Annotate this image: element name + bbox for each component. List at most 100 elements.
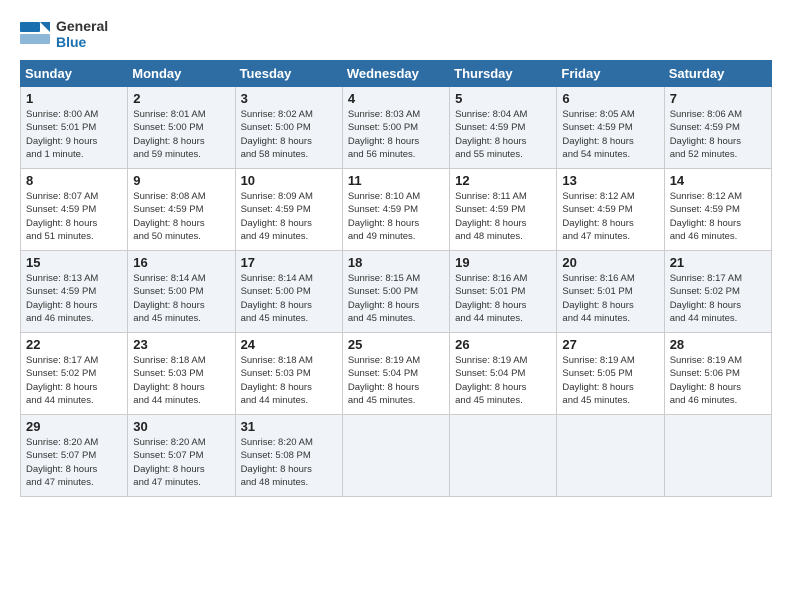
dow-header-monday: Monday (128, 61, 235, 87)
day-number: 14 (670, 173, 766, 188)
calendar-page: General Blue SundayMondayTuesdayWednesda… (0, 0, 792, 507)
calendar-cell: 3 Sunrise: 8:02 AM Sunset: 5:00 PM Daylig… (235, 87, 342, 169)
day-number: 9 (133, 173, 229, 188)
day-number: 7 (670, 91, 766, 106)
day-info: Sunrise: 8:12 AM Sunset: 4:59 PM Dayligh… (670, 190, 766, 243)
calendar-cell: 26 Sunrise: 8:19 AM Sunset: 5:04 PM Dayli… (450, 333, 557, 415)
week-row-4: 22Sunrise: 8:17 AM Sunset: 5:02 PM Dayli… (21, 333, 772, 415)
logo-general: General (56, 18, 108, 34)
calendar-cell: 16 Sunrise: 8:14 AM Sunset: 5:00 PM Dayli… (128, 251, 235, 333)
day-info: Sunrise: 8:01 AM Sunset: 5:00 PM Dayligh… (133, 108, 229, 161)
week-row-3: 15Sunrise: 8:13 AM Sunset: 4:59 PM Dayli… (21, 251, 772, 333)
day-number: 11 (348, 173, 444, 188)
day-number: 4 (348, 91, 444, 106)
day-number: 5 (455, 91, 551, 106)
day-info: Sunrise: 8:10 AM Sunset: 4:59 PM Dayligh… (348, 190, 444, 243)
day-info: Sunrise: 8:17 AM Sunset: 5:02 PM Dayligh… (670, 272, 766, 325)
calendar-cell: 4 Sunrise: 8:03 AM Sunset: 5:00 PM Daylig… (342, 87, 449, 169)
day-info: Sunrise: 8:13 AM Sunset: 4:59 PM Dayligh… (26, 272, 122, 325)
day-info: Sunrise: 8:08 AM Sunset: 4:59 PM Dayligh… (133, 190, 229, 243)
day-number: 3 (241, 91, 337, 106)
day-info: Sunrise: 8:19 AM Sunset: 5:06 PM Dayligh… (670, 354, 766, 407)
day-info: Sunrise: 8:16 AM Sunset: 5:01 PM Dayligh… (455, 272, 551, 325)
week-row-1: 1 Sunrise: 8:00 AM Sunset: 5:01 PM Daylig… (21, 87, 772, 169)
day-info: Sunrise: 8:00 AM Sunset: 5:01 PM Dayligh… (26, 108, 122, 161)
calendar-cell: 18 Sunrise: 8:15 AM Sunset: 5:00 PM Dayli… (342, 251, 449, 333)
day-info: Sunrise: 8:09 AM Sunset: 4:59 PM Dayligh… (241, 190, 337, 243)
day-info: Sunrise: 8:18 AM Sunset: 5:03 PM Dayligh… (241, 354, 337, 407)
day-number: 20 (562, 255, 658, 270)
day-number: 13 (562, 173, 658, 188)
day-number: 21 (670, 255, 766, 270)
calendar-cell: 29Sunrise: 8:20 AM Sunset: 5:07 PM Dayli… (21, 415, 128, 497)
calendar-cell: 25Sunrise: 8:19 AM Sunset: 5:04 PM Dayli… (342, 333, 449, 415)
day-info: Sunrise: 8:14 AM Sunset: 5:00 PM Dayligh… (133, 272, 229, 325)
calendar-cell (664, 415, 771, 497)
day-number: 24 (241, 337, 337, 352)
header: General Blue (20, 18, 772, 50)
dow-header-saturday: Saturday (664, 61, 771, 87)
calendar-cell: 17Sunrise: 8:14 AM Sunset: 5:00 PM Dayli… (235, 251, 342, 333)
calendar-cell (342, 415, 449, 497)
calendar-body: 1 Sunrise: 8:00 AM Sunset: 5:01 PM Daylig… (21, 87, 772, 497)
day-info: Sunrise: 8:03 AM Sunset: 5:00 PM Dayligh… (348, 108, 444, 161)
calendar-cell: 22Sunrise: 8:17 AM Sunset: 5:02 PM Dayli… (21, 333, 128, 415)
day-number: 10 (241, 173, 337, 188)
day-info: Sunrise: 8:05 AM Sunset: 4:59 PM Dayligh… (562, 108, 658, 161)
day-info: Sunrise: 8:12 AM Sunset: 4:59 PM Dayligh… (562, 190, 658, 243)
calendar-cell: 27 Sunrise: 8:19 AM Sunset: 5:05 PM Dayli… (557, 333, 664, 415)
day-number: 22 (26, 337, 122, 352)
calendar-cell: 15Sunrise: 8:13 AM Sunset: 4:59 PM Dayli… (21, 251, 128, 333)
calendar-cell: 1 Sunrise: 8:00 AM Sunset: 5:01 PM Daylig… (21, 87, 128, 169)
day-number: 16 (133, 255, 229, 270)
day-number: 27 (562, 337, 658, 352)
calendar-cell: 13 Sunrise: 8:12 AM Sunset: 4:59 PM Dayli… (557, 169, 664, 251)
dow-header-wednesday: Wednesday (342, 61, 449, 87)
calendar-cell: 14 Sunrise: 8:12 AM Sunset: 4:59 PM Dayli… (664, 169, 771, 251)
dow-header-friday: Friday (557, 61, 664, 87)
calendar-cell (450, 415, 557, 497)
logo: General Blue (20, 18, 108, 50)
day-info: Sunrise: 8:19 AM Sunset: 5:05 PM Dayligh… (562, 354, 658, 407)
day-number: 12 (455, 173, 551, 188)
dow-header-thursday: Thursday (450, 61, 557, 87)
calendar-cell: 23Sunrise: 8:18 AM Sunset: 5:03 PM Dayli… (128, 333, 235, 415)
day-number: 1 (26, 91, 122, 106)
calendar-cell: 10 Sunrise: 8:09 AM Sunset: 4:59 PM Dayli… (235, 169, 342, 251)
calendar-table: SundayMondayTuesdayWednesdayThursdayFrid… (20, 60, 772, 497)
calendar-cell (557, 415, 664, 497)
day-number: 26 (455, 337, 551, 352)
day-info: Sunrise: 8:02 AM Sunset: 5:00 PM Dayligh… (241, 108, 337, 161)
calendar-cell: 21 Sunrise: 8:17 AM Sunset: 5:02 PM Dayli… (664, 251, 771, 333)
calendar-cell: 6Sunrise: 8:05 AM Sunset: 4:59 PM Daylig… (557, 87, 664, 169)
day-info: Sunrise: 8:06 AM Sunset: 4:59 PM Dayligh… (670, 108, 766, 161)
day-info: Sunrise: 8:20 AM Sunset: 5:07 PM Dayligh… (26, 436, 122, 489)
days-of-week-row: SundayMondayTuesdayWednesdayThursdayFrid… (21, 61, 772, 87)
week-row-2: 8 Sunrise: 8:07 AM Sunset: 4:59 PM Daylig… (21, 169, 772, 251)
logo-blue: Blue (56, 34, 108, 50)
calendar-cell: 2 Sunrise: 8:01 AM Sunset: 5:00 PM Daylig… (128, 87, 235, 169)
day-info: Sunrise: 8:04 AM Sunset: 4:59 PM Dayligh… (455, 108, 551, 161)
calendar-cell: 30Sunrise: 8:20 AM Sunset: 5:07 PM Dayli… (128, 415, 235, 497)
calendar-cell: 9 Sunrise: 8:08 AM Sunset: 4:59 PM Daylig… (128, 169, 235, 251)
day-number: 18 (348, 255, 444, 270)
day-info: Sunrise: 8:18 AM Sunset: 5:03 PM Dayligh… (133, 354, 229, 407)
calendar-cell: 31Sunrise: 8:20 AM Sunset: 5:08 PM Dayli… (235, 415, 342, 497)
calendar-cell: 24 Sunrise: 8:18 AM Sunset: 5:03 PM Dayli… (235, 333, 342, 415)
calendar-cell: 28 Sunrise: 8:19 AM Sunset: 5:06 PM Dayli… (664, 333, 771, 415)
logo-svg (20, 18, 52, 50)
calendar-cell: 5 Sunrise: 8:04 AM Sunset: 4:59 PM Daylig… (450, 87, 557, 169)
dow-header-sunday: Sunday (21, 61, 128, 87)
day-number: 2 (133, 91, 229, 106)
day-number: 25 (348, 337, 444, 352)
day-info: Sunrise: 8:15 AM Sunset: 5:00 PM Dayligh… (348, 272, 444, 325)
day-number: 30 (133, 419, 229, 434)
day-number: 8 (26, 173, 122, 188)
calendar-cell: 19Sunrise: 8:16 AM Sunset: 5:01 PM Dayli… (450, 251, 557, 333)
calendar-cell: 12Sunrise: 8:11 AM Sunset: 4:59 PM Dayli… (450, 169, 557, 251)
day-number: 28 (670, 337, 766, 352)
calendar-cell: 8 Sunrise: 8:07 AM Sunset: 4:59 PM Daylig… (21, 169, 128, 251)
day-info: Sunrise: 8:07 AM Sunset: 4:59 PM Dayligh… (26, 190, 122, 243)
day-info: Sunrise: 8:19 AM Sunset: 5:04 PM Dayligh… (455, 354, 551, 407)
day-info: Sunrise: 8:14 AM Sunset: 5:00 PM Dayligh… (241, 272, 337, 325)
